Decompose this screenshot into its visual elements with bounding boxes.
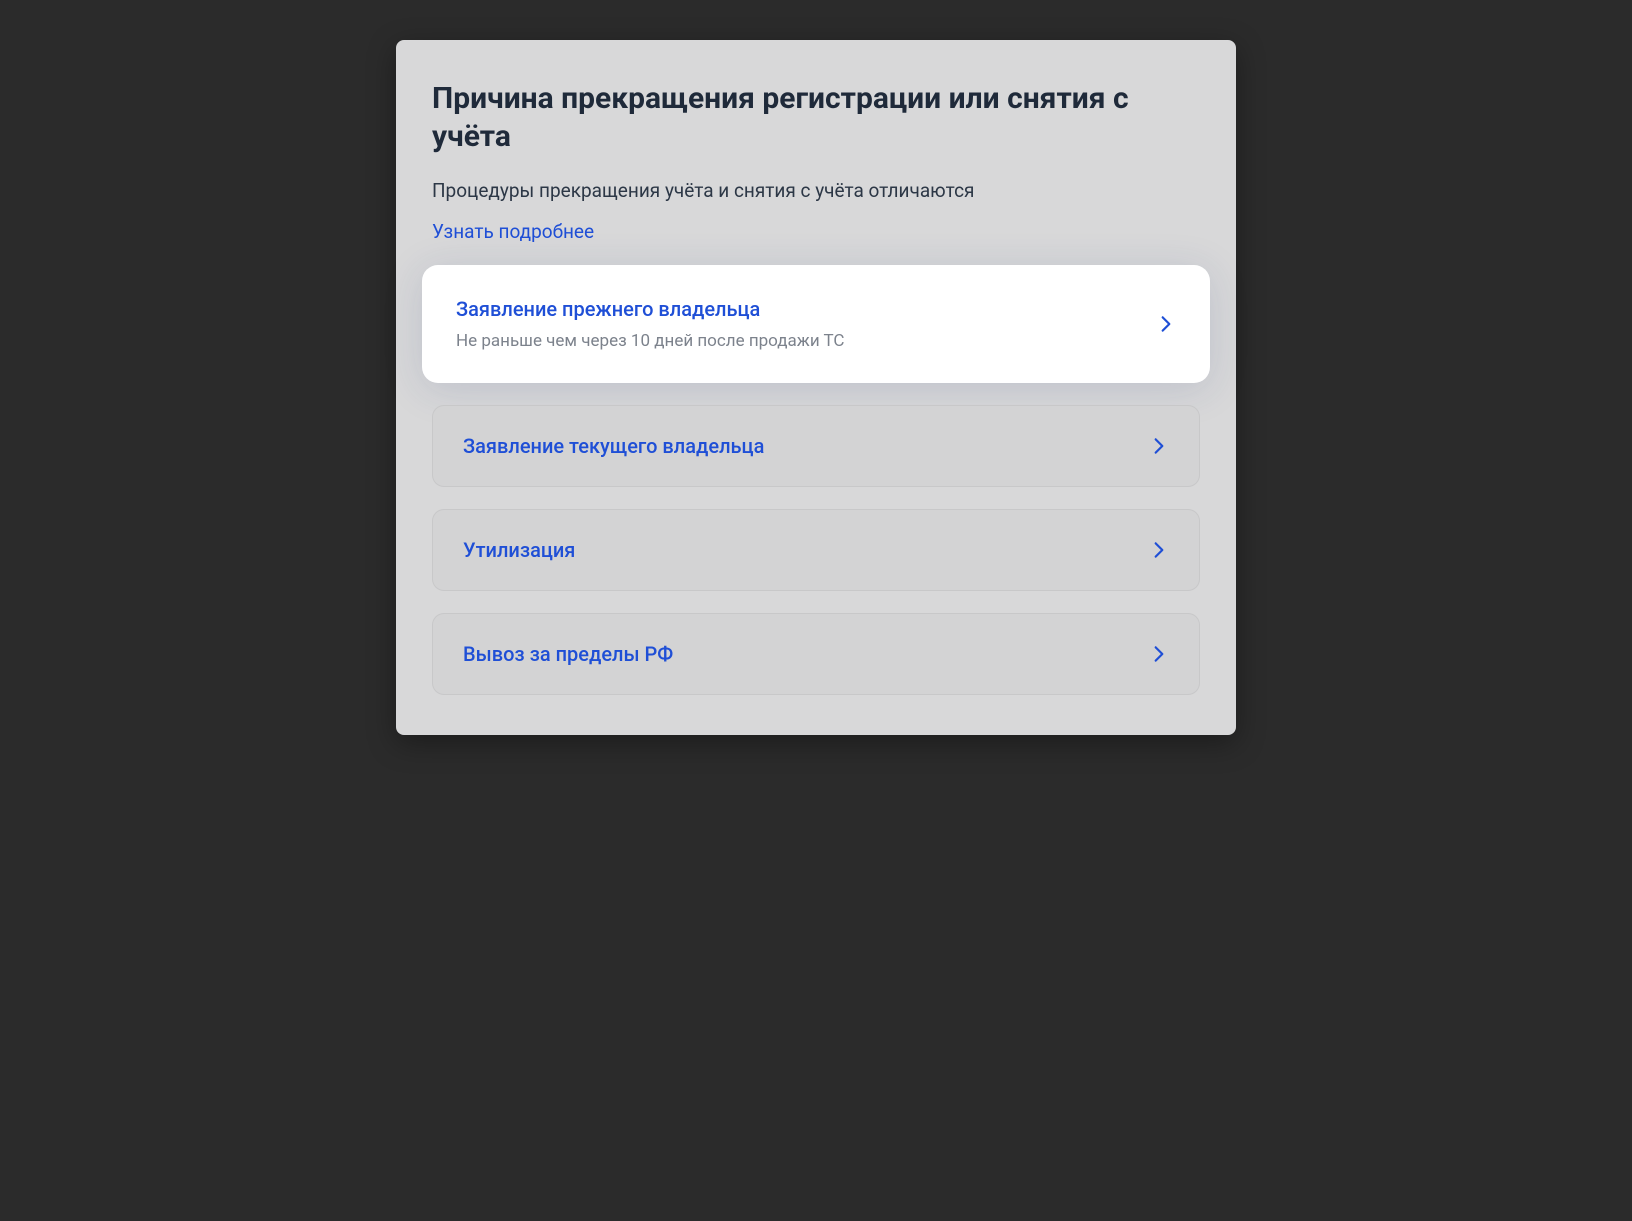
option-text: Утилизация	[463, 538, 575, 562]
page-title: Причина прекращения регистрации или снят…	[432, 80, 1200, 155]
learn-more-link[interactable]: Узнать подробнее	[432, 220, 594, 243]
chevron-right-icon	[1149, 540, 1169, 560]
chevron-right-icon	[1149, 436, 1169, 456]
reason-panel: Причина прекращения регистрации или снят…	[396, 40, 1236, 735]
option-current-owner[interactable]: Заявление текущего владельца	[432, 405, 1200, 487]
option-text: Заявление прежнего владельца Не раньше ч…	[456, 297, 845, 351]
chevron-right-icon	[1149, 644, 1169, 664]
option-text: Заявление текущего владельца	[463, 434, 764, 458]
option-utilization[interactable]: Утилизация	[432, 509, 1200, 591]
option-export[interactable]: Вывоз за пределы РФ	[432, 613, 1200, 695]
option-label: Заявление прежнего владельца	[456, 297, 845, 321]
option-text: Вывоз за пределы РФ	[463, 642, 673, 666]
option-label: Утилизация	[463, 538, 575, 562]
page-subtitle: Процедуры прекращения учёта и снятия с у…	[432, 179, 1200, 202]
chevron-right-icon	[1156, 314, 1176, 334]
option-previous-owner[interactable]: Заявление прежнего владельца Не раньше ч…	[422, 265, 1210, 383]
options-list: Заявление прежнего владельца Не раньше ч…	[432, 265, 1200, 695]
option-label: Вывоз за пределы РФ	[463, 642, 673, 666]
option-label: Заявление текущего владельца	[463, 434, 764, 458]
option-desc: Не раньше чем через 10 дней после продаж…	[456, 331, 845, 351]
